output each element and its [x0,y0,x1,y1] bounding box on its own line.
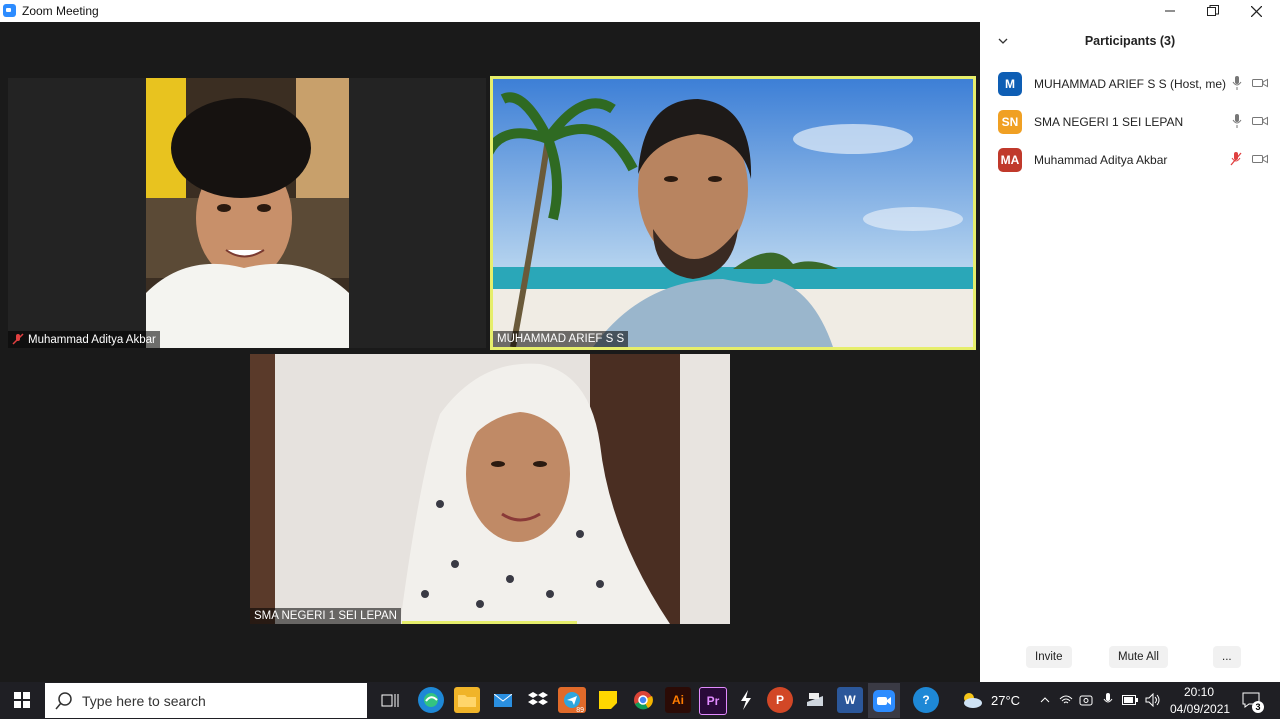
clock-time[interactable]: 20:10 [1184,685,1214,699]
word-icon: W [844,693,856,707]
camera-icon [1079,695,1093,706]
zoom-app-icon [3,4,16,17]
participant-name: Muhammad Aditya Akbar [1034,153,1168,167]
participants-panel: Participants (3) M MUHAMMAD ARIEF S S (H… [980,22,1280,682]
telegram-app[interactable]: 89 [558,687,586,714]
close-button[interactable] [1236,0,1276,22]
mic-muted-icon[interactable] [1230,152,1242,166]
folder-icon [458,695,476,707]
tile-name-label: SMA NEGERI 1 SEI LEPAN [250,608,401,624]
video-frame-arief [493,79,973,347]
avatar: SN [998,110,1022,134]
mic-icon [1103,693,1113,703]
participants-title: Participants (3) [1084,34,1176,48]
powerpoint-icon: P [775,693,784,707]
zoom-icon [873,689,895,712]
edge-app[interactable] [418,687,444,713]
participant-video [493,79,973,347]
windows-taskbar: Type here to search 89 Ai Pr P W ? 27°C … [0,682,1280,719]
sticky-notes-icon [599,691,617,709]
chrome-icon [634,691,653,710]
restore-button[interactable] [1193,0,1233,22]
search-placeholder: Type here to search [82,693,206,709]
chevron-up-icon [1040,697,1050,703]
dropbox-app[interactable] [525,687,551,713]
avatar: M [998,72,1022,96]
talking-indicator [402,621,577,624]
video-frame-sma [250,354,730,624]
participant-video [146,78,349,348]
volume-button[interactable] [1140,687,1166,713]
mic-icon[interactable] [1232,114,1242,128]
close-icon [1250,5,1262,17]
weather-temp: 27°C [991,693,1021,708]
telegram-badge: 89 [576,707,584,714]
participant-name: SMA NEGERI 1 SEI LEPAN [1034,115,1184,129]
video-tile-aditya[interactable]: Muhammad Aditya Akbar [8,78,486,348]
video-gallery: Muhammad Aditya Akbar MUHAMMAD ARIEF S S… [0,22,980,682]
participant-video [250,354,730,624]
video-icon[interactable] [1252,78,1268,88]
notification-count: 3 [1252,701,1264,713]
mail-app[interactable] [490,687,516,713]
notifications-button[interactable]: 3 [1238,687,1264,713]
video-frame-aditya [146,78,349,348]
zoom-taskbar-app[interactable] [868,683,900,718]
clock-date[interactable]: 04/09/2021 [1170,702,1230,716]
taskbar-search-box[interactable]: Type here to search [45,683,367,718]
task-view-icon [381,694,399,707]
participant-row[interactable]: SN SMA NEGERI 1 SEI LEPAN [998,110,1268,134]
invite-button[interactable]: Invite [1026,646,1072,668]
start-button[interactable] [9,687,35,713]
edge-icon [424,693,438,707]
restore-icon [1207,5,1219,16]
minimize-button[interactable] [1150,0,1190,22]
sticky-notes-app[interactable] [595,687,621,713]
help-app[interactable]: ? [913,687,939,713]
chrome-app[interactable] [630,687,656,713]
video-icon[interactable] [1252,116,1268,126]
file-explorer-app[interactable] [454,687,480,713]
scanner-app[interactable] [802,687,828,713]
participant-row[interactable]: M MUHAMMAD ARIEF S S (Host, me) [998,72,1268,96]
powerpoint-app[interactable]: P [767,687,793,713]
tile-name: MUHAMMAD ARIEF S S [497,333,625,345]
mic-icon[interactable] [1232,76,1242,90]
window-titlebar: Zoom Meeting [0,0,1280,22]
search-icon [55,692,72,710]
dropbox-icon [528,692,548,705]
illustrator-app[interactable]: Ai [665,687,691,713]
wifi-icon [1059,695,1073,704]
battery-icon [1122,695,1138,705]
avatar: MA [998,148,1022,172]
scanner-icon [807,693,823,706]
minimize-icon [1165,10,1175,12]
premiere-app[interactable]: Pr [699,687,727,715]
mute-all-button[interactable]: Mute All [1109,646,1168,668]
help-icon: ? [922,693,930,707]
more-options-button[interactable]: ... [1213,646,1241,668]
tile-name-label: MUHAMMAD ARIEF S S [493,331,629,347]
video-icon[interactable] [1252,154,1268,164]
mic-muted-icon [12,333,24,345]
weather-cloud-icon [964,693,982,708]
lightning-app-icon [741,690,751,710]
task-view-button[interactable] [377,687,403,713]
windows-logo-icon [14,692,30,708]
video-tile-sma[interactable]: SMA NEGERI 1 SEI LEPAN [250,354,730,624]
tile-name: SMA NEGERI 1 SEI LEPAN [254,610,397,622]
weather-widget[interactable] [959,687,985,713]
window-title: Zoom Meeting [22,4,99,18]
video-tile-arief[interactable]: MUHAMMAD ARIEF S S [490,76,976,350]
participant-name: MUHAMMAD ARIEF S S (Host, me) [1034,77,1227,91]
mail-icon [494,693,512,707]
speaker-icon [1145,693,1160,707]
tile-name: Muhammad Aditya Akbar [28,334,156,346]
app-shortcut[interactable] [733,687,759,713]
tile-name-label: Muhammad Aditya Akbar [8,331,160,348]
participant-row[interactable]: MA Muhammad Aditya Akbar [998,148,1268,172]
word-app[interactable]: W [837,687,863,713]
